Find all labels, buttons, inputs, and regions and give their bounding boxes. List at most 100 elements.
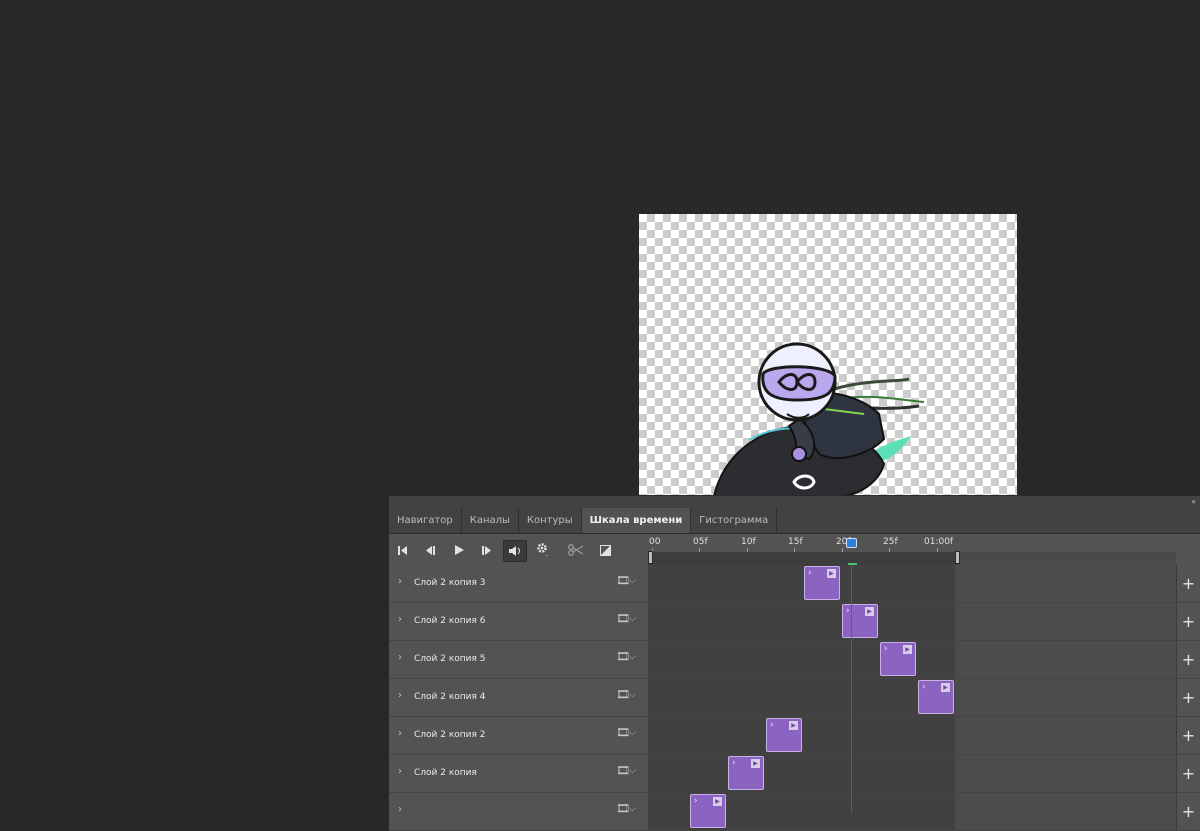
layer-name: Слой 2 копия 2 xyxy=(414,730,486,740)
layer-clip[interactable]: › ▶ xyxy=(842,604,878,638)
clip-chevron-icon: › xyxy=(922,682,926,692)
layer-row[interactable]: › Слой 2 копия 4 🎞 ⌵ xyxy=(389,679,648,717)
clip-chevron-icon: › xyxy=(846,606,850,616)
layer-name: Слой 2 копия xyxy=(414,768,477,778)
tab-channels[interactable]: Каналы xyxy=(462,508,519,533)
clip-play-icon[interactable]: ▶ xyxy=(751,759,760,768)
chevron-down-icon[interactable]: ⌵ xyxy=(629,652,636,662)
layer-row[interactable]: › Слой 2 копия 🎞 ⌵ xyxy=(389,755,648,793)
film-icon[interactable]: 🎞 xyxy=(616,650,630,663)
play-icon xyxy=(454,545,464,555)
add-media-button[interactable]: + xyxy=(1176,565,1200,603)
expand-chevron-icon[interactable]: › xyxy=(398,728,402,739)
layer-row[interactable]: › Слой 2 копия 5 🎞 ⌵ xyxy=(389,641,648,679)
work-area-end-handle[interactable] xyxy=(955,551,960,564)
audio-toggle-button[interactable] xyxy=(503,540,527,562)
track-row[interactable]: › ▶ xyxy=(648,755,1176,793)
chevron-down-icon[interactable]: ⌵ xyxy=(629,614,636,624)
collapse-panel-icon[interactable]: « xyxy=(1191,496,1196,508)
layer-clip[interactable]: › ▶ xyxy=(804,566,840,600)
ruler-label: 05f xyxy=(693,537,708,547)
expand-chevron-icon[interactable]: › xyxy=(398,690,402,701)
expand-chevron-icon[interactable]: › xyxy=(398,576,402,587)
tab-paths[interactable]: Контуры xyxy=(519,508,582,533)
ruler-label: 00 xyxy=(649,537,661,547)
previous-frame-button[interactable] xyxy=(419,540,441,560)
chevron-down-icon[interactable]: ⌵ xyxy=(629,690,636,700)
expand-chevron-icon[interactable]: › xyxy=(398,804,402,815)
layer-clip[interactable]: › ▶ xyxy=(766,718,802,752)
panel-tabbar: Навигатор Каналы Контуры Шкала времени Г… xyxy=(389,508,1200,534)
layer-clip[interactable]: › ▶ xyxy=(918,680,954,714)
play-button[interactable] xyxy=(448,540,470,560)
layer-row[interactable]: › Слой 2 копия 2 🎞 ⌵ xyxy=(389,717,648,755)
expand-chevron-icon[interactable]: › xyxy=(398,614,402,625)
layer-clip[interactable]: › ▶ xyxy=(690,794,726,828)
film-icon[interactable]: 🎞 xyxy=(616,612,630,625)
clip-play-icon[interactable]: ▶ xyxy=(865,607,874,616)
film-icon[interactable]: 🎞 xyxy=(616,764,630,777)
clip-play-icon[interactable]: ▶ xyxy=(713,797,722,806)
add-media-button[interactable]: + xyxy=(1176,679,1200,717)
tab-timeline[interactable]: Шкала времени xyxy=(581,508,692,533)
panel-header-bar: « xyxy=(389,496,1200,508)
clip-chevron-icon: › xyxy=(884,644,888,654)
ruler-label: 01:00f xyxy=(924,537,954,547)
film-icon[interactable]: 🎞 xyxy=(616,688,630,701)
track-row[interactable]: › ▶ xyxy=(648,565,1176,603)
clip-play-icon[interactable]: ▶ xyxy=(827,569,836,578)
chevron-down-icon[interactable]: ⌵ xyxy=(629,766,636,776)
add-media-button[interactable]: + xyxy=(1176,755,1200,793)
playhead-line[interactable] xyxy=(851,565,852,812)
split-at-playhead-button[interactable] xyxy=(565,540,587,560)
transition-icon xyxy=(599,544,611,556)
layer-row[interactable]: › 🎞 ⌵ xyxy=(389,793,648,831)
track-row[interactable]: › ▶ xyxy=(648,793,1176,831)
chevron-down-icon[interactable]: ⌵ xyxy=(629,728,636,738)
layer-name: Слой 2 копия 4 xyxy=(414,692,486,702)
track-row[interactable]: › ▶ xyxy=(648,717,1176,755)
previous-frame-icon xyxy=(426,545,435,555)
layer-clip[interactable]: › ▶ xyxy=(728,756,764,790)
first-frame-button[interactable] xyxy=(392,540,414,560)
ruler-tick xyxy=(699,548,700,552)
layer-clip[interactable]: › ▶ xyxy=(880,642,916,676)
film-icon[interactable]: 🎞 xyxy=(616,802,630,815)
work-area-bar[interactable] xyxy=(648,552,958,565)
add-media-button[interactable]: + xyxy=(1176,603,1200,641)
film-icon[interactable]: 🎞 xyxy=(616,574,630,587)
ruler-tick xyxy=(842,548,843,552)
expand-chevron-icon[interactable]: › xyxy=(398,766,402,777)
layer-row[interactable]: › Слой 2 копия 3 🎞 ⌵ xyxy=(389,565,648,603)
transition-button[interactable] xyxy=(594,540,616,560)
layer-list: › Слой 2 копия 3 🎞 ⌵ › Слой 2 копия 6 🎞 … xyxy=(389,565,648,831)
clip-chevron-icon: › xyxy=(770,720,774,730)
tab-navigator[interactable]: Навигатор xyxy=(389,508,462,533)
ruler-label: 15f xyxy=(788,537,803,547)
time-ruler[interactable]: 00 05f 10f 15f 20f 25f 01:00f xyxy=(648,534,1176,565)
next-frame-button[interactable] xyxy=(476,540,498,560)
add-media-button[interactable]: + xyxy=(1176,641,1200,679)
playhead-handle[interactable] xyxy=(846,538,857,548)
track-row[interactable]: › ▶ xyxy=(648,641,1176,679)
chevron-down-icon[interactable]: ⌵ xyxy=(629,804,636,814)
work-area-start-handle[interactable] xyxy=(648,551,653,564)
speaker-icon xyxy=(508,546,520,556)
settings-button[interactable] xyxy=(532,540,554,560)
character-artwork xyxy=(712,342,925,496)
add-media-button[interactable]: + xyxy=(1176,793,1200,831)
document-canvas[interactable] xyxy=(639,214,1017,496)
tab-histogram[interactable]: Гистограмма xyxy=(691,508,778,533)
layer-row[interactable]: › Слой 2 копия 6 🎞 ⌵ xyxy=(389,603,648,641)
film-icon[interactable]: 🎞 xyxy=(616,726,630,739)
clip-play-icon[interactable]: ▶ xyxy=(789,721,798,730)
clip-play-icon[interactable]: ▶ xyxy=(941,683,950,692)
clip-play-icon[interactable]: ▶ xyxy=(903,645,912,654)
chevron-down-icon[interactable]: ⌵ xyxy=(629,576,636,586)
track-row[interactable]: › ▶ xyxy=(648,679,1176,717)
add-media-button[interactable]: + xyxy=(1176,717,1200,755)
track-row[interactable]: › ▶ xyxy=(648,603,1176,641)
expand-chevron-icon[interactable]: › xyxy=(398,652,402,663)
ruler-tick xyxy=(794,548,795,552)
clip-chevron-icon: › xyxy=(808,568,812,578)
